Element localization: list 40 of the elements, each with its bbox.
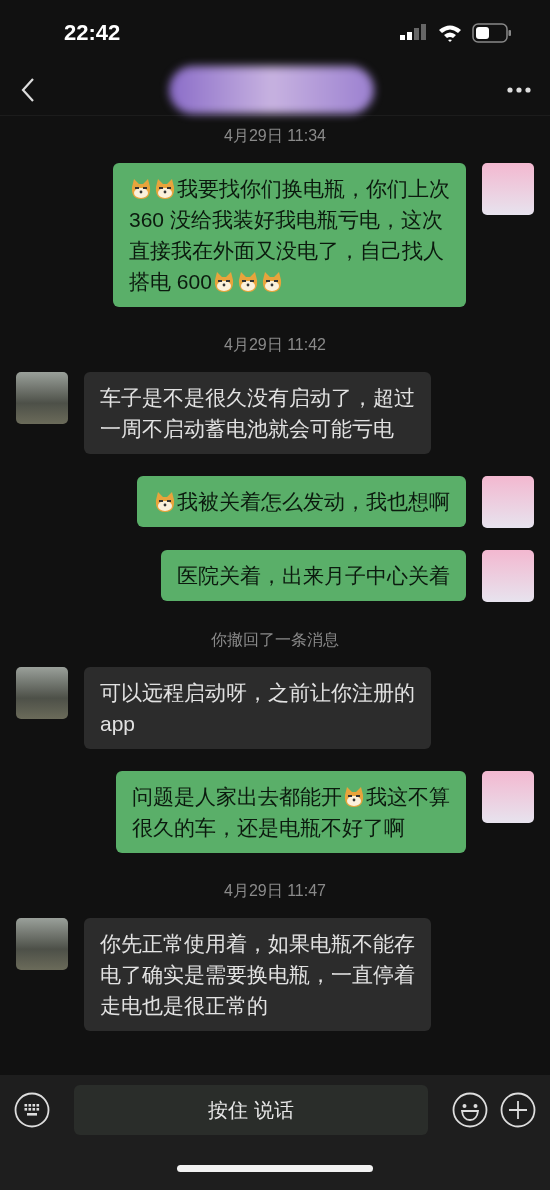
photo-placeholder[interactable] xyxy=(16,667,68,719)
message-timestamp: 4月29日 11:47 xyxy=(224,881,326,901)
back-button[interactable] xyxy=(20,77,36,103)
dog-emoji-icon xyxy=(343,785,365,808)
keyboard-icon[interactable] xyxy=(14,1092,50,1128)
message-text: 车子是不是很久没有启动了，超过 xyxy=(100,385,415,411)
dog-emoji-icon xyxy=(236,270,259,293)
status-time: 22:42 xyxy=(64,19,121,46)
wifi-icon xyxy=(438,23,462,42)
message-text: 一周不启动蓄电池就会可能亏电 xyxy=(100,416,394,442)
hold-to-talk-button[interactable]: 按住 说话 xyxy=(74,1085,428,1135)
more-button[interactable] xyxy=(506,86,532,94)
dog-emoji-icon xyxy=(154,177,176,200)
recall-notice: 你撤回了一条消息 xyxy=(211,630,339,650)
message-text: 医院关着，出来月子中心关着 xyxy=(177,563,450,589)
message-text: 直接我在外面又没电了，自己找人 xyxy=(129,238,444,264)
message-text: 走电也是很正常的 xyxy=(100,993,268,1019)
plus-icon[interactable] xyxy=(500,1092,536,1128)
message-text: 你先正常使用着，如果电瓶不能存 xyxy=(100,931,415,957)
dog-emoji-icon xyxy=(130,177,152,200)
message-timestamp: 4月29日 11:34 xyxy=(224,126,326,146)
message-timestamp: 4月29日 11:42 xyxy=(224,335,326,355)
dog-emoji-icon xyxy=(212,270,235,293)
message-text: 搭电 600 xyxy=(129,269,212,295)
dog-emoji-icon xyxy=(154,490,176,513)
message-text: 很久的车，还是电瓶不好了啊 xyxy=(132,815,405,841)
message-text: 可以远程启动呀，之前让你注册的 xyxy=(100,680,415,706)
message-text: 电了确实是需要换电瓶，一直停着 xyxy=(100,962,415,988)
smiley-icon[interactable] xyxy=(452,1092,488,1128)
photo-placeholder[interactable] xyxy=(16,918,68,970)
message-text: 360 没给我装好我电瓶亏电，这次 xyxy=(129,207,443,233)
dog-emoji-icon xyxy=(260,270,283,293)
message-text: 我被关着怎么发动，我也想啊 xyxy=(177,489,450,515)
battery-icon xyxy=(472,22,512,43)
message-text: 问题是人家出去都能开 xyxy=(132,784,342,810)
photo-placeholder[interactable] xyxy=(16,372,68,424)
message-text: app xyxy=(100,711,136,737)
message-text: 我这不算 xyxy=(366,784,450,810)
signal-icon xyxy=(400,22,428,43)
message-text: 我要找你们换电瓶，你们上次 xyxy=(177,176,450,202)
